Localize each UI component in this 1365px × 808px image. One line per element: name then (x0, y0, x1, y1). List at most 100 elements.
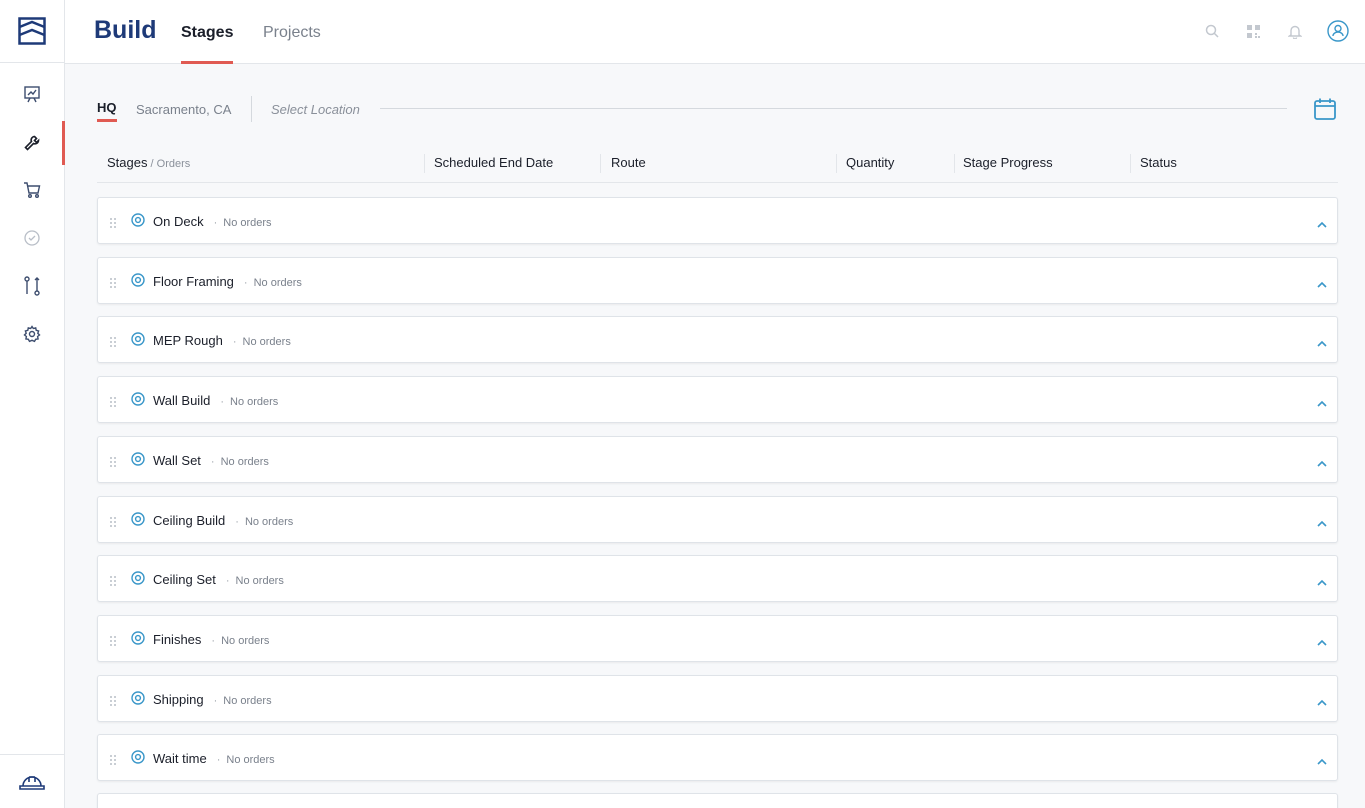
drag-handle[interactable] (110, 334, 116, 352)
calendar-button[interactable] (1313, 97, 1337, 126)
collapse-toggle[interactable] (1317, 573, 1327, 591)
stage-row[interactable]: Ceiling Set · No orders (97, 555, 1338, 602)
drag-handle-icon (110, 517, 116, 527)
drag-handle-icon (110, 576, 116, 586)
drag-handle-icon (110, 397, 116, 407)
column-header-status[interactable]: Status (1140, 155, 1177, 170)
select-location-dropdown[interactable]: Select Location (271, 102, 360, 117)
stage-icon (131, 273, 145, 287)
collapse-toggle[interactable] (1317, 514, 1327, 532)
drag-handle[interactable] (110, 454, 116, 472)
drag-handle[interactable] (110, 215, 116, 233)
stage-row[interactable]: MEP Rough · No orders (97, 316, 1338, 363)
stage-row[interactable]: On Deck · No orders (97, 197, 1338, 244)
hard-hat-icon (19, 775, 45, 790)
sidebar-item-build[interactable] (0, 121, 65, 165)
bell-icon (1288, 25, 1302, 39)
collapse-toggle[interactable] (1317, 693, 1327, 711)
sidebar-item-settings[interactable] (0, 312, 64, 356)
drag-handle[interactable] (110, 275, 116, 293)
user-avatar-button[interactable] (1327, 20, 1349, 42)
location-divider (251, 96, 252, 122)
chevron-up-icon (1317, 340, 1327, 347)
stage-row[interactable]: Ceiling Build · No orders (97, 496, 1338, 543)
cart-icon (24, 182, 41, 198)
drag-handle-icon (110, 218, 116, 228)
drag-handle-icon (110, 755, 116, 765)
table-header: Stages / Orders Scheduled End Date Route… (97, 150, 1338, 183)
stage-name: On Deck (153, 214, 204, 229)
collapse-toggle[interactable] (1317, 752, 1327, 770)
column-header-quantity[interactable]: Quantity (846, 155, 894, 170)
stage-name: MEP Rough (153, 333, 223, 348)
collapse-toggle[interactable] (1317, 275, 1327, 293)
column-header-route[interactable]: Route (611, 155, 646, 170)
stage-status-marker (131, 631, 145, 650)
tab-stages[interactable]: Stages (181, 24, 234, 64)
collapse-toggle[interactable] (1317, 215, 1327, 233)
sidebar-item-orders[interactable] (0, 168, 64, 212)
stage-icon (131, 392, 145, 406)
drag-handle[interactable] (110, 633, 116, 651)
stage-row[interactable]: Wait time · No orders (97, 734, 1338, 781)
stage-orders-count: No orders (230, 396, 279, 408)
drag-handle[interactable] (110, 693, 116, 711)
drag-handle[interactable] (110, 573, 116, 591)
app-logo[interactable] (0, 0, 64, 63)
column-header-stage-progress[interactable]: Stage Progress (963, 155, 1053, 170)
column-divider (954, 154, 955, 173)
drag-handle[interactable] (110, 752, 116, 770)
presentation-chart-icon (24, 86, 40, 103)
tab-projects[interactable]: Projects (263, 24, 321, 64)
location-tab-hq[interactable]: HQ (97, 100, 117, 122)
stage-title: Wait time · No orders (153, 751, 275, 766)
stage-orders-count: No orders (223, 695, 272, 707)
stage-status-marker (131, 691, 145, 710)
qr-code-button[interactable] (1242, 20, 1264, 42)
chevron-up-icon (1317, 699, 1327, 706)
collapse-toggle[interactable] (1317, 334, 1327, 352)
stage-row[interactable]: Finishes · No orders (97, 615, 1338, 662)
collapse-toggle[interactable] (1317, 633, 1327, 651)
sidebar-item-quality[interactable] (0, 216, 64, 260)
sidebar-item-routes[interactable] (0, 264, 64, 308)
chevron-up-icon (1317, 758, 1327, 765)
stage-row[interactable]: Wall Set · No orders (97, 436, 1338, 483)
notifications-button[interactable] (1284, 20, 1306, 42)
stage-status-marker (131, 392, 145, 411)
stage-icon (131, 332, 145, 346)
stage-name: Floor Framing (153, 274, 234, 289)
chevron-up-icon (1317, 520, 1327, 527)
column-orders-sublabel: / Orders (147, 158, 191, 170)
stage-row[interactable]: Wall Build · No orders (97, 376, 1338, 423)
stage-title: Shipping · No orders (153, 692, 272, 707)
chevron-up-icon (1317, 221, 1327, 228)
search-button[interactable] (1201, 20, 1223, 42)
stage-row[interactable]: Shipping · No orders (97, 675, 1338, 722)
sidebar-footer[interactable] (0, 754, 64, 808)
drag-handle[interactable] (110, 514, 116, 532)
collapse-toggle[interactable] (1317, 454, 1327, 472)
calendar-icon (1314, 98, 1336, 120)
drag-handle-icon (110, 278, 116, 288)
separator-dot: · (213, 695, 218, 707)
column-stages-label: Stages (107, 155, 148, 170)
sidebar-item-dashboard[interactable] (0, 72, 64, 116)
separator-dot: · (213, 217, 218, 229)
column-divider (600, 154, 601, 173)
stage-status-marker (131, 332, 145, 351)
stage-icon (131, 571, 145, 585)
column-header-stages[interactable]: Stages / Orders (107, 155, 190, 170)
collapse-toggle[interactable] (1317, 394, 1327, 412)
column-header-scheduled-end[interactable]: Scheduled End Date (434, 155, 553, 170)
search-icon (1205, 24, 1219, 38)
chevron-up-icon (1317, 639, 1327, 646)
separator-dot: · (243, 277, 248, 289)
stage-title: Finishes · No orders (153, 632, 269, 647)
chevron-up-icon (1317, 400, 1327, 407)
stage-orders-count: No orders (242, 336, 291, 348)
stage-orders-count: No orders (226, 754, 275, 766)
drag-handle[interactable] (110, 394, 116, 412)
stage-row[interactable]: Floor Framing · No orders (97, 257, 1338, 304)
separator-dot: · (211, 635, 216, 647)
